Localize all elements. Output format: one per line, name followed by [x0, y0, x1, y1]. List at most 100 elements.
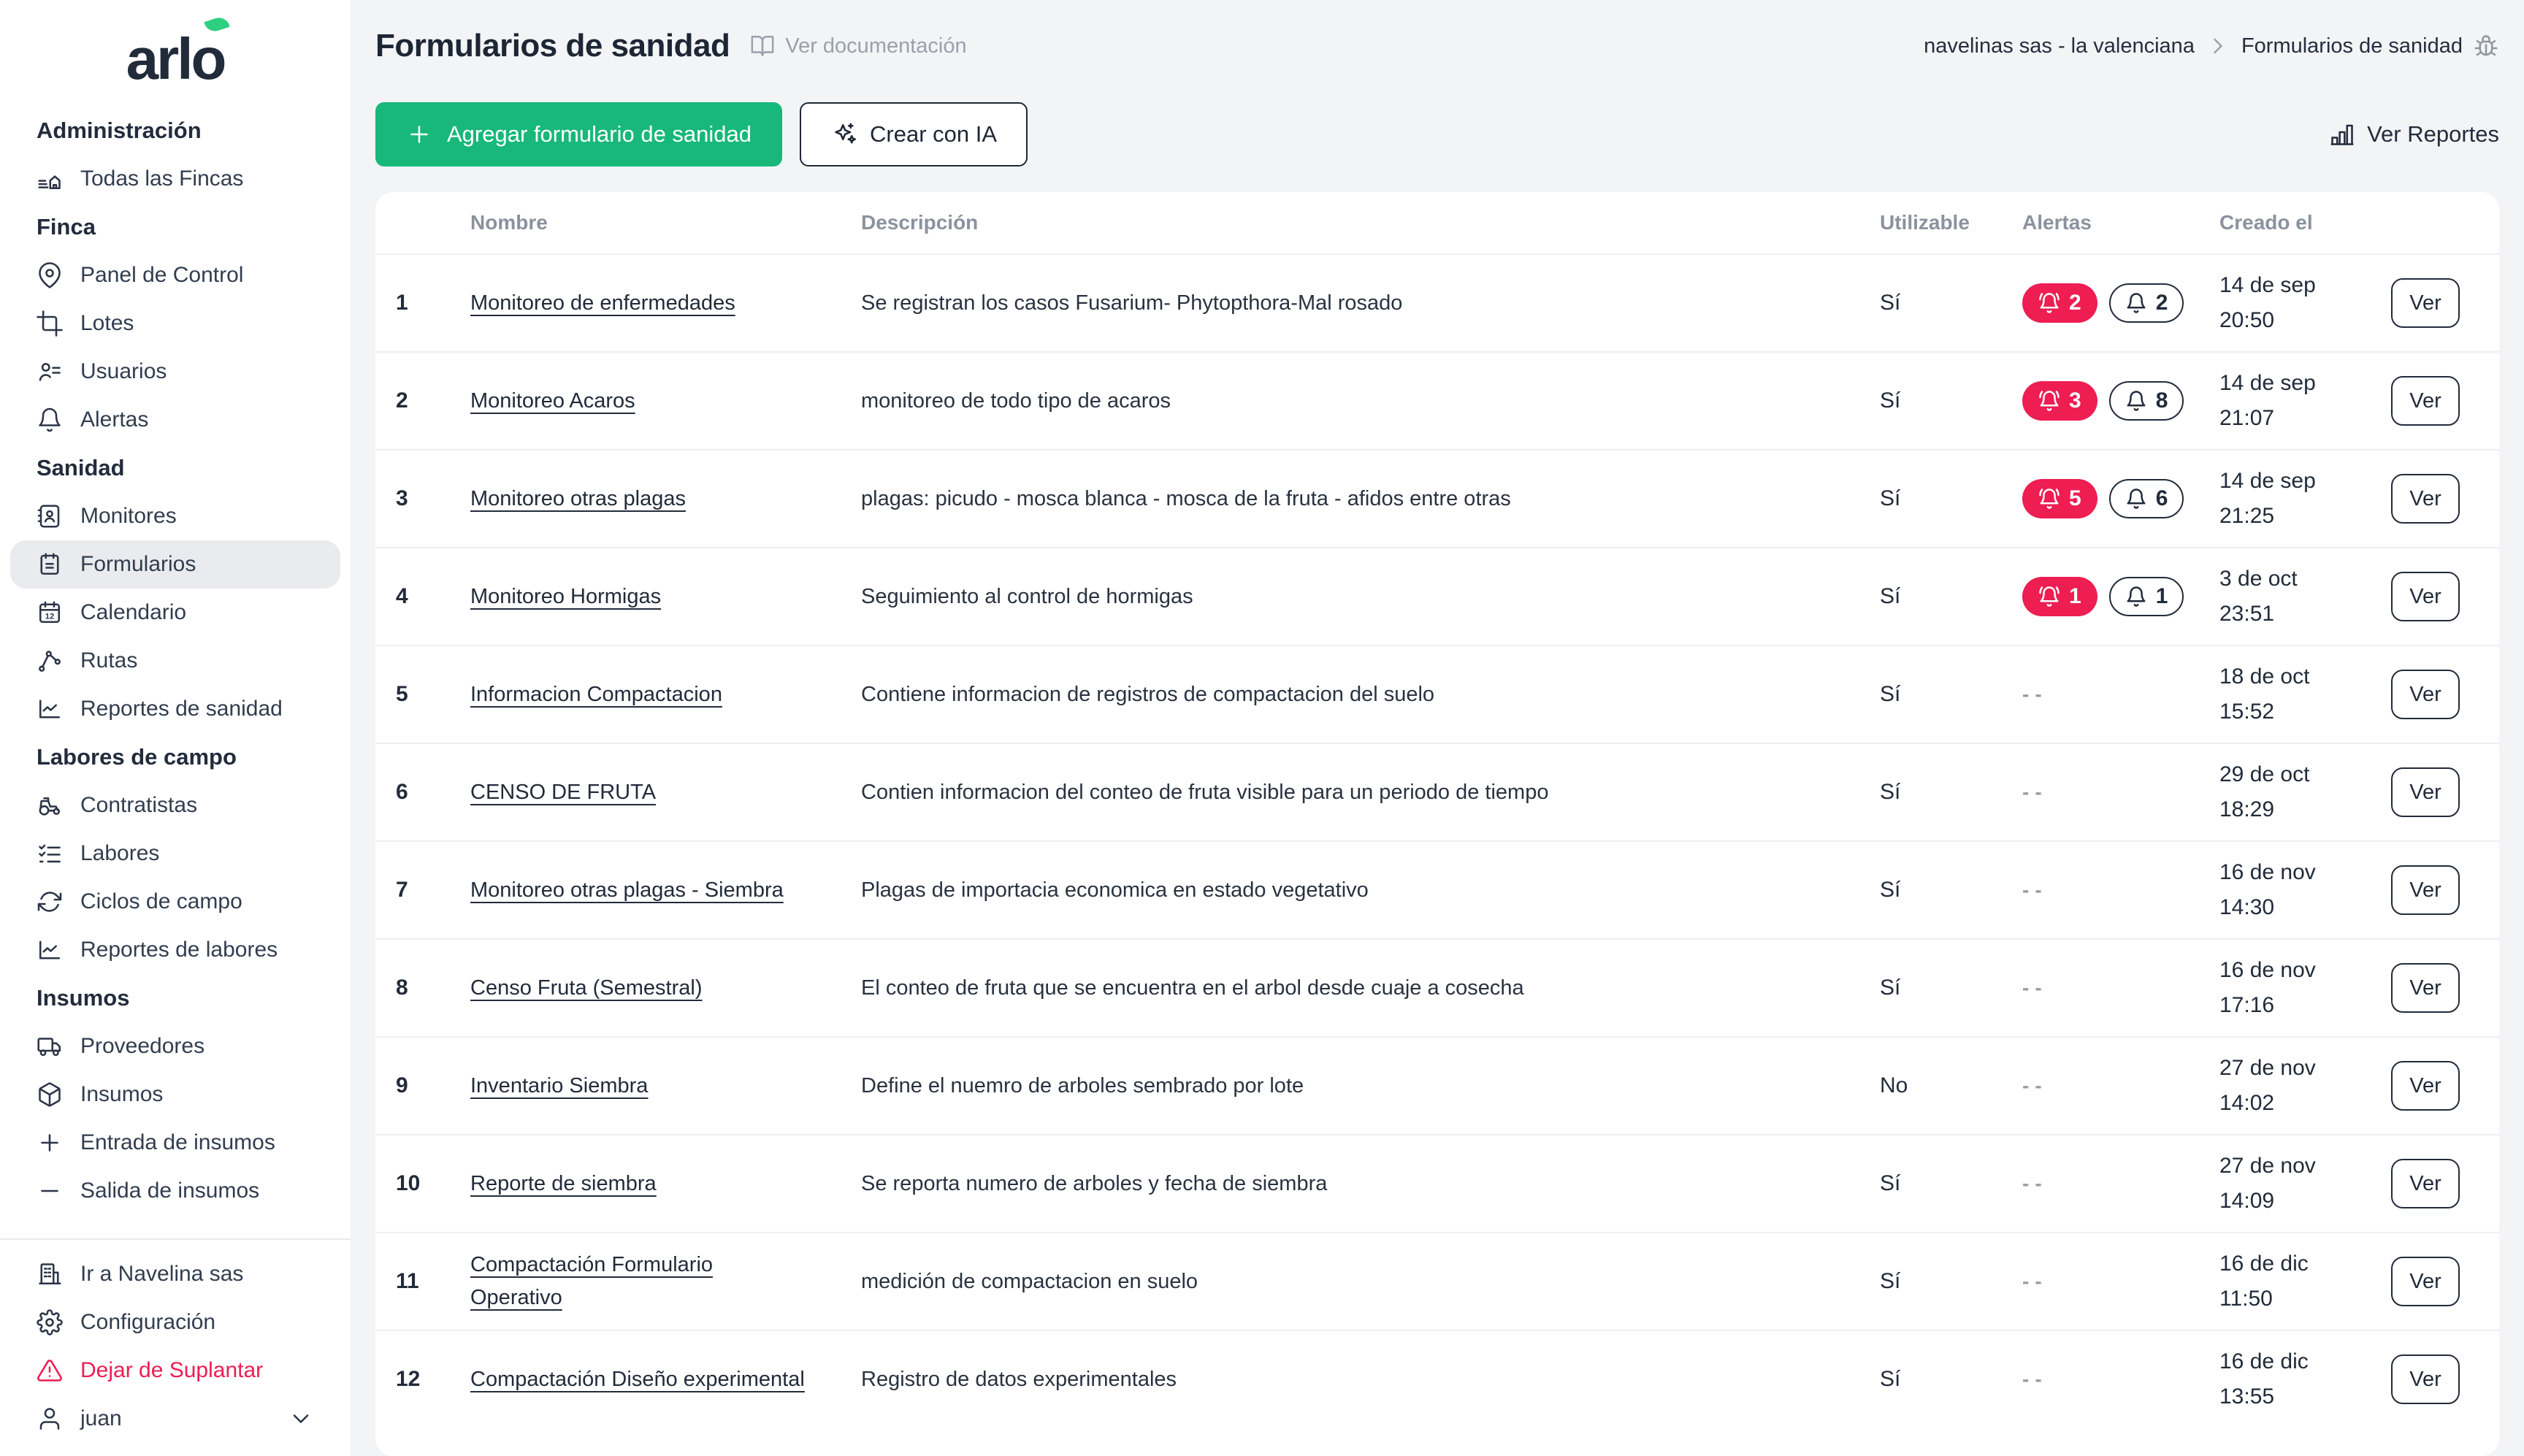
form-name-link[interactable]: Inventario Siembra — [470, 1070, 648, 1103]
form-name-link[interactable]: Monitoreo otras plagas — [470, 483, 686, 516]
created-at: 14 de sep20:50 — [2219, 268, 2391, 338]
usable-value: Sí — [1880, 1367, 2022, 1392]
sidebar-item-lotes[interactable]: Lotes — [10, 299, 340, 348]
sidebar-item-calendario[interactable]: Calendario — [10, 589, 340, 637]
form-name-link[interactable]: Monitoreo Hormigas — [470, 581, 661, 613]
bell-icon — [2125, 390, 2147, 412]
sidebar-item-reportes-de-sanidad[interactable]: Reportes de sanidad — [10, 685, 340, 733]
table-row: 9 Inventario Siembra Define el nuemro de… — [375, 1036, 2499, 1134]
form-name-link[interactable]: Reporte de siembra — [470, 1168, 657, 1200]
page-header: Formularios de sanidad Ver documentación… — [375, 25, 2499, 67]
bell-ring-icon — [2038, 292, 2060, 314]
usable-value: Sí — [1880, 1269, 2022, 1294]
ver-button[interactable]: Ver — [2391, 670, 2460, 719]
forms-table-card: Nombre Descripción Utilizable Alertas Cr… — [375, 192, 2499, 1456]
ver-button[interactable]: Ver — [2391, 963, 2460, 1013]
alerts-cell: -- — [2022, 1270, 2219, 1293]
documentation-link[interactable]: Ver documentación — [750, 34, 966, 58]
ver-button[interactable]: Ver — [2391, 1159, 2460, 1208]
sidebar-item-dejar-de-suplantar[interactable]: Dejar de Suplantar — [10, 1346, 340, 1395]
ver-button[interactable]: Ver — [2391, 278, 2460, 328]
chevron-down-icon — [288, 1406, 314, 1432]
form-description: Registro de datos experimentales — [861, 1368, 1880, 1392]
bell-ring-icon — [2038, 586, 2060, 608]
alerts-cell: -- — [2022, 1172, 2219, 1195]
gear-icon — [37, 1309, 63, 1336]
sidebar-item-alertas[interactable]: Alertas — [10, 396, 340, 444]
form-description: Plagas de importacia economica en estado… — [861, 878, 1880, 903]
sidebar-item-ciclos-de-campo[interactable]: Ciclos de campo — [10, 878, 340, 926]
created-at: 18 de oct15:52 — [2219, 659, 2391, 729]
toolbar: Agregar formulario de sanidad Crear con … — [375, 102, 2499, 166]
form-description: Define el nuemro de arboles sembrado por… — [861, 1074, 1880, 1098]
form-name-link[interactable]: Censo Fruta (Semestral) — [470, 972, 703, 1005]
sidebar-item-configuracion[interactable]: Configuración — [10, 1298, 340, 1346]
alerts-cell: -- — [2022, 1368, 2219, 1391]
sidebar-item-rutas[interactable]: Rutas — [10, 637, 340, 685]
sidebar-item-insumos[interactable]: Insumos — [10, 1070, 340, 1119]
ver-button[interactable]: Ver — [2391, 1061, 2460, 1111]
sidebar-item-monitores[interactable]: Monitores — [10, 492, 340, 540]
table-row: 6 CENSO DE FRUTA Contien informacion del… — [375, 743, 2499, 840]
row-number: 2 — [375, 388, 470, 413]
sidebar-item-panel-de-control[interactable]: Panel de Control — [10, 251, 340, 299]
create-with-ai-button[interactable]: Crear con IA — [800, 102, 1028, 166]
no-alerts-dash: -- — [2022, 1368, 2048, 1391]
ver-button[interactable]: Ver — [2391, 572, 2460, 621]
user-menu[interactable]: juan — [10, 1395, 340, 1443]
ver-button[interactable]: Ver — [2391, 1355, 2460, 1404]
add-form-button[interactable]: Agregar formulario de sanidad — [375, 102, 782, 166]
created-at: 27 de nov14:02 — [2219, 1051, 2391, 1121]
sidebar-item-entrada-de-insumos[interactable]: Entrada de insumos — [10, 1119, 340, 1167]
plus-icon — [406, 121, 432, 147]
view-reports-link[interactable]: Ver Reportes — [2329, 121, 2499, 147]
form-name-link[interactable]: Monitoreo de enfermedades — [470, 287, 735, 320]
user-name: juan — [80, 1406, 122, 1431]
bar-chart-icon — [2329, 121, 2355, 147]
form-description: Contiene informacion de registros de com… — [861, 683, 1880, 707]
usable-value: Sí — [1880, 388, 2022, 413]
form-name-link[interactable]: CENSO DE FRUTA — [470, 776, 656, 809]
main-content: Formularios de sanidad Ver documentación… — [351, 0, 2524, 1456]
breadcrumb-farm[interactable]: navelinas sas - la valenciana — [1924, 34, 2195, 58]
form-name-link[interactable]: Compactación Diseño experimental — [470, 1363, 805, 1396]
bug-icon[interactable] — [2473, 33, 2499, 59]
bell-ring-icon — [2038, 390, 2060, 412]
plus-icon — [37, 1130, 63, 1156]
sidebar-item-todas-las-fincas[interactable]: Todas las Fincas — [10, 155, 340, 203]
no-alerts-dash: -- — [2022, 1074, 2048, 1097]
table-row: 11 Compactación Formulario Operativo med… — [375, 1232, 2499, 1330]
ver-button[interactable]: Ver — [2391, 376, 2460, 426]
usable-value: No — [1880, 1073, 2022, 1098]
row-number: 3 — [375, 486, 470, 511]
line-chart-icon — [37, 696, 63, 722]
created-at: 27 de nov14:09 — [2219, 1149, 2391, 1219]
form-description: El conteo de fruta que se encuentra en e… — [861, 976, 1880, 1000]
cycle-icon — [37, 889, 63, 915]
form-name-link[interactable]: Monitoreo otras plagas - Siembra — [470, 874, 784, 907]
checklist-icon — [37, 840, 63, 867]
chevron-right-icon — [2205, 33, 2231, 59]
table-row: 10 Reporte de siembra Se reporta numero … — [375, 1134, 2499, 1232]
crop-icon — [37, 310, 63, 337]
sidebar-item-proveedores[interactable]: Proveedores — [10, 1022, 340, 1070]
sidebar-item-ir-a-navelina-sas[interactable]: Ir a Navelina sas — [10, 1250, 340, 1298]
total-alerts-badge: 1 — [2109, 577, 2184, 616]
sidebar-item-labores[interactable]: Labores — [10, 829, 340, 878]
sidebar-item-salida-de-insumos[interactable]: Salida de insumos — [10, 1167, 340, 1215]
form-name-link[interactable]: Compactación Formulario Operativo — [470, 1249, 755, 1314]
breadcrumb-page[interactable]: Formularios de sanidad — [2241, 34, 2463, 58]
ver-button[interactable]: Ver — [2391, 474, 2460, 524]
ver-button[interactable]: Ver — [2391, 865, 2460, 915]
created-at: 16 de nov14:30 — [2219, 855, 2391, 925]
sidebar-item-reportes-de-labores[interactable]: Reportes de labores — [10, 926, 340, 974]
sidebar-footer: Ir a Navelina sas Configuración Dejar de… — [0, 1238, 351, 1456]
sidebar-item-usuarios[interactable]: Usuarios — [10, 348, 340, 396]
ver-button[interactable]: Ver — [2391, 767, 2460, 817]
form-name-link[interactable]: Monitoreo Acaros — [470, 385, 635, 418]
form-name-link[interactable]: Informacion Compactacion — [470, 678, 722, 711]
sidebar-item-contratistas[interactable]: Contratistas — [10, 781, 340, 829]
no-alerts-dash: -- — [2022, 683, 2048, 706]
ver-button[interactable]: Ver — [2391, 1257, 2460, 1306]
sidebar-item-formularios[interactable]: Formularios — [10, 540, 340, 589]
